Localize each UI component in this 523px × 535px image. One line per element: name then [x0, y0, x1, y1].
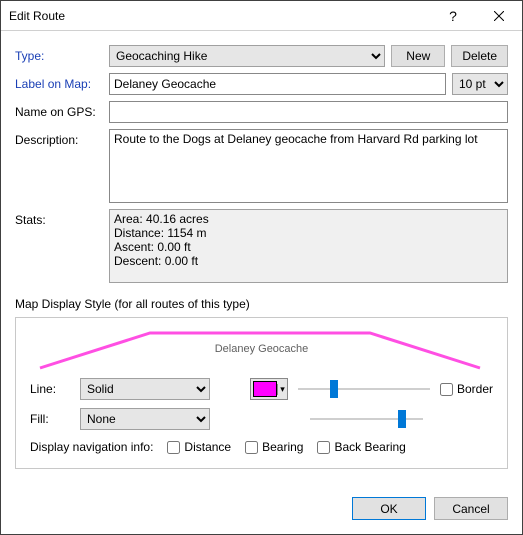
border-checkbox[interactable]: Border: [440, 382, 493, 396]
style-group-label: Map Display Style (for all routes of thi…: [15, 297, 508, 311]
description-textarea[interactable]: Route to the Dogs at Delaney geocache fr…: [109, 129, 508, 203]
font-size-select[interactable]: 10 pt: [452, 73, 508, 95]
ok-button[interactable]: OK: [352, 497, 426, 520]
line-color-button[interactable]: ▾: [250, 378, 288, 400]
line-label: Line:: [30, 382, 70, 396]
distance-checkbox[interactable]: Distance: [167, 440, 231, 454]
description-label: Description:: [15, 129, 103, 151]
window-title: Edit Route: [9, 9, 430, 23]
type-label: Type:: [15, 45, 103, 67]
name-on-gps-label: Name on GPS:: [15, 101, 103, 123]
delete-button[interactable]: Delete: [451, 45, 508, 67]
stats-box: Area: 40.16 acres Distance: 1154 m Ascen…: [109, 209, 508, 283]
stats-label: Stats:: [15, 209, 103, 231]
titlebar: Edit Route ?: [1, 1, 522, 31]
name-on-gps-input[interactable]: [109, 101, 508, 123]
style-preview: Delaney Geocache: [30, 328, 493, 370]
new-button[interactable]: New: [391, 45, 445, 67]
label-on-map-label: Label on Map:: [15, 73, 103, 95]
back-bearing-checkbox[interactable]: Back Bearing: [317, 440, 405, 454]
bearing-checkbox[interactable]: Bearing: [245, 440, 303, 454]
help-icon[interactable]: ?: [430, 1, 476, 31]
style-group: Delaney Geocache Line: Solid ▾ Border Fi…: [15, 317, 508, 469]
fill-opacity-slider[interactable]: [310, 408, 423, 430]
label-on-map-input[interactable]: [109, 73, 446, 95]
line-style-select[interactable]: Solid: [80, 378, 210, 400]
nav-info-label: Display navigation info:: [30, 440, 153, 454]
cancel-button[interactable]: Cancel: [434, 497, 508, 520]
line-width-slider[interactable]: [298, 378, 430, 400]
fill-style-select[interactable]: None: [80, 408, 210, 430]
color-swatch: [253, 381, 277, 397]
close-icon[interactable]: [476, 1, 522, 31]
dropdown-arrow-icon: ▾: [277, 384, 287, 395]
fill-label: Fill:: [30, 412, 70, 426]
type-select[interactable]: Geocaching Hike: [109, 45, 385, 67]
